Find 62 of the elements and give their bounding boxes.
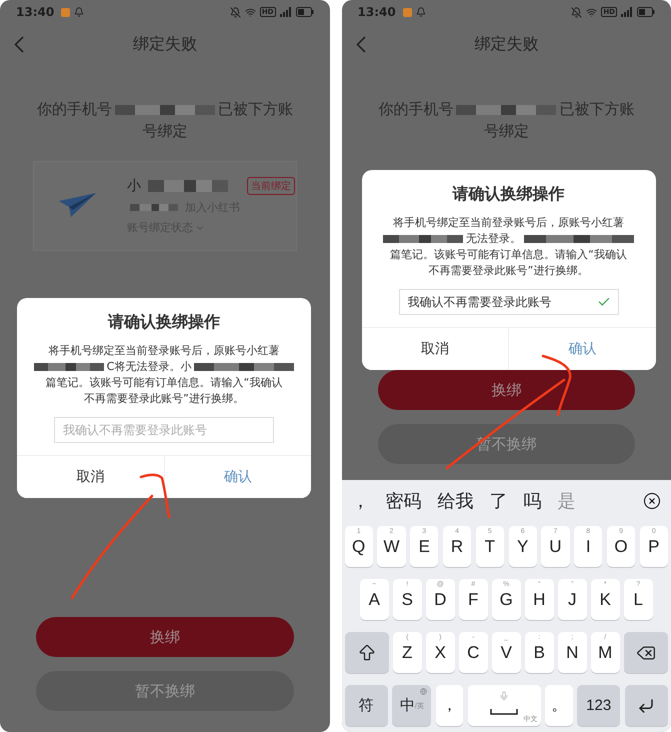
dialog-title: 请确认换绑操作 [106,312,221,333]
message-text: 你的手机号 [36,100,112,118]
dialog-text: 不再需要登录此账号”进行换绑。 [428,264,588,277]
back-button[interactable] [14,36,24,53]
candidate-word[interactable]: ， [352,489,370,513]
confirm-input-field[interactable]: 我确认不再需要登录此账号 [398,289,618,315]
dialog-text: 将手机号绑定至当前登录账号后，原账号小红薯 [48,344,280,357]
shift-icon [356,642,376,662]
candidate-word[interactable]: 密码 [386,489,422,513]
close-icon[interactable] [643,492,661,510]
message-text: 号绑定 [142,122,188,140]
redacted-block [130,204,178,211]
candidate-word[interactable]: 吗 [524,489,542,513]
backspace-key[interactable] [624,632,668,673]
rebind-button[interactable]: 换绑 [36,617,294,657]
current-binding-tag: 当前绑定 [247,177,295,195]
keyboard-key[interactable]: 符 [344,685,388,726]
back-icon [356,36,366,53]
signal-icon [621,7,633,17]
shift-key[interactable] [344,632,388,673]
bell-off-icon [230,6,241,18]
dialog-text: C将无法登录。小 [106,360,192,373]
message-text: 已被下方账 [218,100,293,118]
keyboard-key[interactable]: 123 [577,685,620,726]
back-button[interactable] [356,36,366,53]
microphone-icon [499,691,510,701]
page-title: 绑定失败 [132,34,197,54]
wifi-icon [244,6,256,18]
rebind-button[interactable]: 换绑 [378,370,635,410]
account-name: 小 [127,177,141,195]
paper-plane-icon [59,193,97,219]
status-time: 13:40 [16,5,54,19]
dialog-text: 篇笔记。该账号可能有订单信息。请输入“我确认 [390,248,627,261]
enter-key[interactable] [624,685,668,726]
confirm-input-field[interactable]: 我确认不再需要登录此账号 [54,417,274,443]
app-notification-icon [402,8,412,16]
signal-icon [280,7,292,17]
message-text: 你的手机号 [378,100,454,118]
wifi-icon [586,6,598,18]
battery-icon [296,7,314,17]
bell-off-icon [571,6,582,18]
app-notification-icon [61,8,70,16]
dialog-title: 请确认换绑操作 [451,184,566,205]
back-icon [14,36,24,53]
dialog-text: 不再需要登录此账号”进行换绑。 [84,392,244,405]
keyboard-key[interactable]: ， [436,685,464,726]
candidate-word[interactable]: 给我 [438,489,474,513]
status-time: 13:40 [358,5,396,19]
bell-icon [416,7,426,17]
enter-icon [637,696,656,714]
page-title: 绑定失败 [474,34,538,54]
battery-icon [637,7,655,17]
dialog-text: 篇笔记。该账号可能有订单信息。请输入“我确认 [46,376,282,389]
bell-icon [74,7,84,17]
keyboard-key[interactable]: 。 [545,685,573,726]
dialog-text: 将手机号绑定至当前登录账号后，原账号小红薯 [393,216,624,229]
candidate-word[interactable]: 了 [490,489,508,513]
space-bar-icon [490,708,518,714]
globe-icon [420,688,428,695]
message-text: 号绑定 [484,122,529,140]
message-text: 已被下方账 [559,100,634,118]
dialog-text: 无法登录。 [466,232,521,245]
